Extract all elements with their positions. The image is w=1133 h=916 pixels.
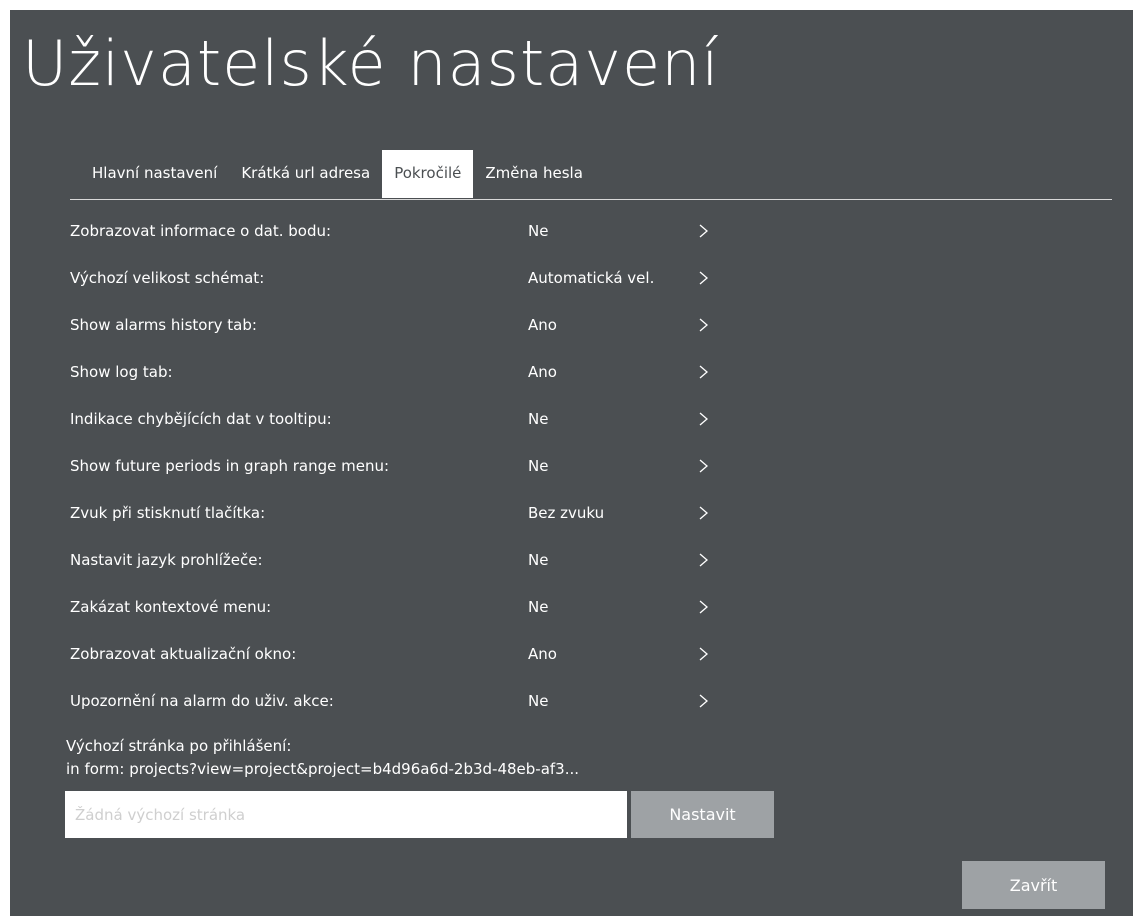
setting-label: Show future periods in graph range menu: [70,456,390,475]
chevron-right-icon[interactable] [698,599,728,615]
chevron-right-icon[interactable] [698,223,728,239]
default-page-hint: in form: projects?view=project&project=b… [66,760,580,778]
setting-value: Ano [528,362,557,381]
setting-row-datapoint-info[interactable]: Zobrazovat informace o dat. bodu: Ne [70,207,770,254]
setting-row-missing-data-tooltip[interactable]: Indikace chybějících dat v tooltipu: Ne [70,395,770,442]
setting-label: Show alarms history tab: [70,315,257,334]
setting-value: Ne [528,550,549,569]
settings-list: Zobrazovat informace o dat. bodu: Ne Výc… [70,207,770,724]
setting-label: Zobrazovat informace o dat. bodu: [70,221,332,240]
chevron-right-icon[interactable] [698,552,728,568]
setting-value: Ano [528,644,557,663]
setting-label: Zakázat kontextové menu: [70,597,272,616]
tab-short-url[interactable]: Krátká url adresa [229,150,382,198]
setting-value: Ne [528,456,549,475]
page-title: Uživatelské nastavení [22,27,720,100]
setting-label: Výchozí velikost schémat: [70,268,265,287]
chevron-right-icon[interactable] [698,270,728,286]
close-button[interactable]: Zavřít [962,861,1105,909]
chevron-right-icon[interactable] [698,693,728,709]
setting-row-alarm-notification[interactable]: Upozornění na alarm do uživ. akce: Ne [70,677,770,724]
chevron-right-icon[interactable] [698,646,728,662]
chevron-right-icon[interactable] [698,364,728,380]
setting-label: Zobrazovat aktualizační okno: [70,644,297,663]
setting-row-alarms-history-tab[interactable]: Show alarms history tab: Ano [70,301,770,348]
chevron-right-icon[interactable] [698,458,728,474]
setting-row-context-menu[interactable]: Zakázat kontextové menu: Ne [70,583,770,630]
setting-row-button-sound[interactable]: Zvuk při stisknutí tlačítka: Bez zvuku [70,489,770,536]
chevron-right-icon[interactable] [698,411,728,427]
setting-label: Zvuk při stisknutí tlačítka: [70,503,266,522]
setting-value: Ne [528,409,549,428]
tab-change-password[interactable]: Změna hesla [473,150,595,198]
tab-bar: Hlavní nastavení Krátká url adresa Pokro… [80,150,595,198]
setting-value: Bez zvuku [528,503,605,522]
setting-row-browser-language[interactable]: Nastavit jazyk prohlížeče: Ne [70,536,770,583]
tab-main-settings[interactable]: Hlavní nastavení [80,150,229,198]
setting-row-schema-size[interactable]: Výchozí velikost schémat: Automatická ve… [70,254,770,301]
setting-value: Ne [528,597,549,616]
tab-divider [70,199,1112,200]
default-page-input-row: Nastavit [65,791,774,838]
tab-advanced[interactable]: Pokročilé [382,150,474,198]
settings-dialog: Uživatelské nastavení Hlavní nastavení K… [10,10,1133,916]
chevron-right-icon[interactable] [698,317,728,333]
setting-row-log-tab[interactable]: Show log tab: Ano [70,348,770,395]
chevron-right-icon[interactable] [698,505,728,521]
default-page-section: Výchozí stránka po přihlášení: in form: … [66,735,579,781]
setting-value: Ne [528,691,549,710]
setting-label: Upozornění na alarm do uživ. akce: [70,691,334,710]
setting-label: Indikace chybějících dat v tooltipu: [70,409,332,428]
default-page-input[interactable] [65,791,627,838]
setting-value: Automatická vel. [528,268,655,287]
setting-value: Ano [528,315,557,334]
setting-label: Show log tab: [70,362,173,381]
setting-label: Nastavit jazyk prohlížeče: [70,550,263,569]
setting-row-future-periods[interactable]: Show future periods in graph range menu:… [70,442,770,489]
default-page-label: Výchozí stránka po přihlášení: [66,737,292,755]
set-default-page-button[interactable]: Nastavit [631,791,774,838]
setting-value: Ne [528,221,549,240]
setting-row-update-window[interactable]: Zobrazovat aktualizační okno: Ano [70,630,770,677]
